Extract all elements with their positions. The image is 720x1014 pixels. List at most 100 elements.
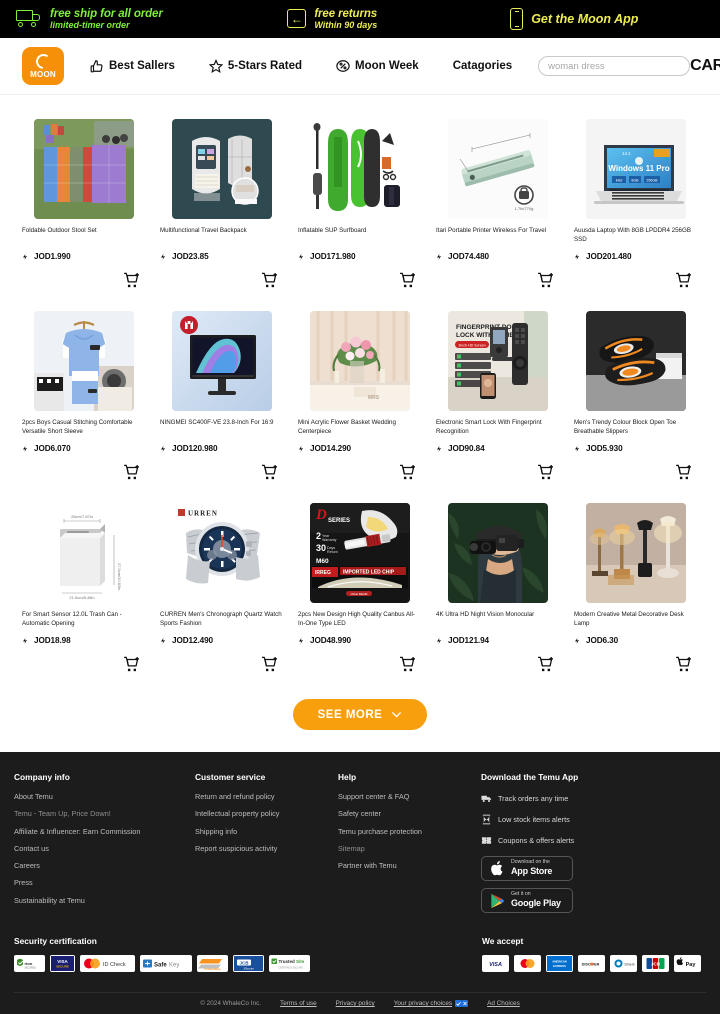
add-to-cart-button[interactable] (160, 656, 284, 673)
footer-link[interactable]: Sitemap (338, 845, 481, 853)
moon-logo[interactable]: MOON (22, 47, 64, 85)
nav-item-best-sellers[interactable]: Best Sallers (90, 59, 175, 73)
logo-wordmark: MOON (30, 69, 56, 79)
percent-badge-icon (336, 60, 350, 72)
promo-get-app[interactable]: Get the Moon App (510, 8, 704, 30)
product-image[interactable] (586, 311, 686, 411)
footer-link[interactable]: Safety center (338, 810, 481, 818)
add-to-cart-button[interactable] (574, 272, 698, 289)
footer-link[interactable]: Sustainability at Temu (14, 896, 195, 904)
price-tag-icon (23, 637, 27, 644)
discover-badge: DISC VER (578, 955, 605, 973)
footer-link[interactable]: Temu purchase protection (338, 827, 481, 835)
search-input[interactable] (548, 60, 681, 72)
cart-button[interactable]: CART (690, 52, 720, 80)
svg-text:SERIES: SERIES (328, 518, 350, 524)
footer-link[interactable]: Report suspicious activity (195, 845, 338, 853)
product-card[interactable]: Foldable Outdoor Stool Set JOD1.990 (22, 109, 146, 301)
product-card[interactable]: 26cm/7.87in 27.5cm/10.83in 21.5cm/8.46in… (22, 493, 146, 685)
footer-link[interactable]: Intellectual property policy (195, 810, 338, 818)
add-to-cart-button[interactable] (574, 464, 698, 481)
product-card[interactable]: 14.1 Windows 11 Pro intel 8GB 256GB Auus… (574, 109, 698, 301)
google-play-badge[interactable]: Get it on Google Play (481, 888, 573, 913)
svg-text:Windows 11 Pro: Windows 11 Pro (608, 164, 669, 173)
add-to-cart-button[interactable] (574, 656, 698, 673)
product-image[interactable] (586, 503, 686, 603)
add-to-cart-button[interactable] (160, 464, 284, 481)
product-image[interactable]: 14.1 Windows 11 Pro intel 8GB 256GB (586, 119, 686, 219)
product-card[interactable]: Multifunctional Travel Backpack JOD23.85 (160, 109, 284, 301)
add-to-cart-button[interactable] (298, 272, 422, 289)
add-to-cart-button[interactable] (160, 272, 284, 289)
nav-item-5-stars-rated[interactable]: 5-Stars Rated (208, 59, 302, 73)
add-to-cart-button[interactable] (298, 656, 422, 673)
footer-link[interactable]: Careers (14, 862, 195, 870)
add-to-cart-button[interactable] (22, 656, 146, 673)
svg-text:Return: Return (327, 550, 338, 554)
product-card[interactable]: NINGMEI SC400F-VE 23.8-Inch For 16:9 JOD… (160, 301, 284, 493)
product-image[interactable]: FINGERPRINT DOOR LOCK WITH CAMERA 3inch … (448, 311, 548, 411)
product-card[interactable]: FINGERPRINT DOOR LOCK WITH CAMERA 3inch … (436, 301, 560, 493)
product-price: JOD1.990 (34, 252, 71, 261)
footer-link-terms-of-use[interactable]: Terms of use (280, 1000, 317, 1007)
product-image[interactable]: D SERIES 2 Year Warranty 30 Days Return (310, 503, 410, 603)
promo-line2: limited-timer order (50, 20, 130, 31)
footer-link[interactable]: Temu - Team Up, Price Down! (14, 810, 195, 818)
product-image[interactable]: MRS (310, 311, 410, 411)
add-to-cart-button[interactable] (436, 656, 560, 673)
footer-link[interactable]: Support center & FAQ (338, 793, 481, 801)
footer-link[interactable]: About Temu (14, 793, 195, 801)
product-price: JOD171.980 (310, 252, 356, 261)
product-image[interactable] (34, 119, 134, 219)
product-title: Modern Creative Metal Decorative Desk La… (574, 611, 684, 627)
product-card[interactable]: URREN CURREN Men's Chronograph Quartz Wa… (160, 493, 284, 685)
product-card[interactable]: 4K Ultra HD Night Vision Monocular JOD12… (436, 493, 560, 685)
product-price-row: JOD5.930 (574, 444, 698, 453)
product-image[interactable] (34, 311, 134, 411)
add-to-cart-button[interactable] (298, 464, 422, 481)
footer-link[interactable]: Press (14, 879, 195, 887)
footer-link-ad-choices[interactable]: Ad Choices (487, 1000, 520, 1007)
add-to-cart-button[interactable] (22, 272, 146, 289)
product-price-row: JOD23.85 (160, 252, 284, 261)
product-card[interactable]: MRS Mini Acrylic Flower Basket Wedding C… (298, 301, 422, 493)
product-price-row: JOD6.070 (22, 444, 146, 453)
product-image[interactable] (172, 311, 272, 411)
price-tag-icon (575, 253, 579, 260)
trustedsite-badge: Trusted Site CERTIFIED SECURE (269, 955, 310, 973)
footer-link[interactable]: Return and refund policy (195, 793, 338, 801)
product-image[interactable]: 1.7lb/770g (448, 119, 548, 219)
product-card[interactable]: D SERIES 2 Year Warranty 30 Days Return (298, 493, 422, 685)
product-card[interactable]: Men's Trendy Colour Block Open Toe Breat… (574, 301, 698, 493)
product-image[interactable] (172, 119, 272, 219)
cart-plus-icon (124, 464, 139, 480)
product-card[interactable]: Inflatable SUP Surfboard JOD171.980 (298, 109, 422, 301)
footer-columns: Company info About Temu Temu - Team Up, … (14, 772, 706, 914)
mastercard-badge (514, 955, 541, 973)
product-price-row: JOD48.990 (298, 636, 422, 645)
footer-link[interactable]: Contact us (14, 845, 195, 853)
add-to-cart-button[interactable] (22, 464, 146, 481)
product-card[interactable]: 2pcs Boys Casual Stitching Comfortable V… (22, 301, 146, 493)
norton-secured-badge: rton SECURED (14, 955, 45, 973)
nav-item-categories[interactable]: Catagories (453, 60, 512, 72)
search-box[interactable] (538, 56, 691, 76)
add-to-cart-button[interactable] (436, 272, 560, 289)
footer-link-privacy-policy[interactable]: Privacy policy (336, 1000, 375, 1007)
svg-text:D: D (315, 507, 327, 523)
nav-item-moon-week[interactable]: Moon Week (336, 59, 419, 73)
product-image[interactable]: URREN (172, 503, 272, 603)
product-image[interactable] (310, 119, 410, 219)
product-card[interactable]: Modern Creative Metal Decorative Desk La… (574, 493, 698, 685)
footer-link[interactable]: Shipping info (195, 827, 338, 835)
safekey-badge: Safe Key (140, 955, 192, 973)
footer-link[interactable]: Partner with Temu (338, 862, 481, 870)
app-store-badge[interactable]: Download on the App Store (481, 856, 573, 881)
see-more-button[interactable]: SEE MORE (293, 699, 427, 730)
product-image[interactable] (448, 503, 548, 603)
product-card[interactable]: 1.7lb/770g Itari Portable Printer Wirele… (436, 109, 560, 301)
footer-link[interactable]: Affiliate & Influencer: Earn Commission (14, 827, 195, 835)
product-image[interactable]: 26cm/7.87in 27.5cm/10.83in 21.5cm/8.46in (34, 503, 134, 603)
footer-link-your-privacy-choices[interactable]: Your privacy choices (394, 1000, 469, 1008)
add-to-cart-button[interactable] (436, 464, 560, 481)
